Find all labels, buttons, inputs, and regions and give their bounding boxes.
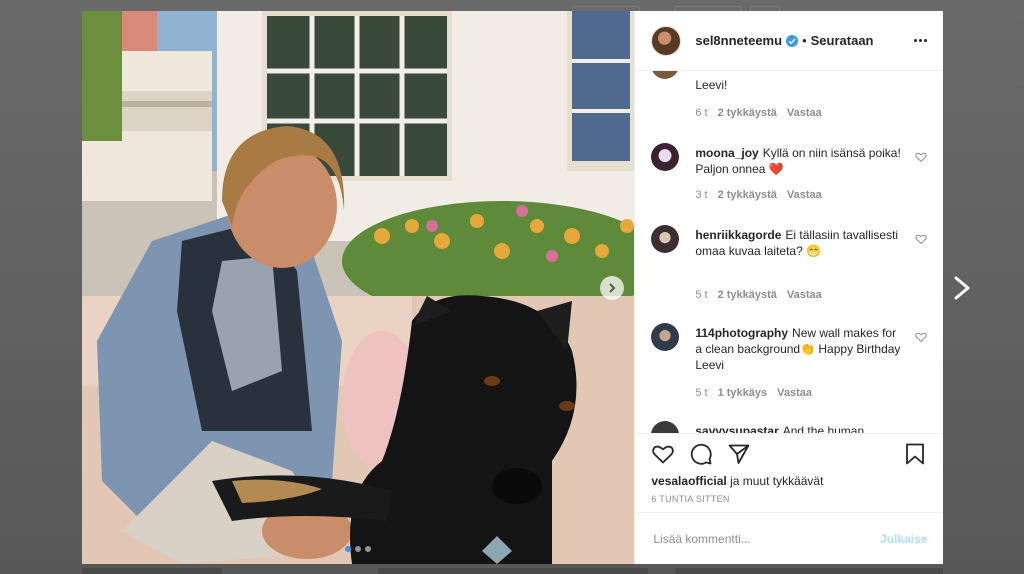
comment-like-count[interactable]: 2 tykkäystä: [718, 107, 777, 119]
comment-time: 6 t: [695, 107, 708, 119]
comment-text: moona_joy Kyllä on niin isänsä poika! Pal…: [695, 146, 901, 176]
following-button[interactable]: Seurataan: [811, 33, 874, 48]
carousel-dots: [345, 546, 372, 552]
comment-avatar[interactable]: [651, 143, 680, 171]
post-actions: vesalaofficial ja muut tykkäävät 6 tunti…: [635, 433, 944, 504]
post-timestamp: 6 tuntia sitten: [651, 494, 730, 504]
owner-username[interactable]: sel8nneteemu: [695, 33, 782, 48]
comment-like-count[interactable]: 2 tykkäystä: [718, 289, 777, 301]
comment-meta: 3 t 2 tykkäystä Vastaa: [695, 189, 821, 201]
comment-item: savvysupastar And the human: [651, 421, 927, 433]
heart-icon[interactable]: [915, 233, 927, 245]
comment-text: Leevi!: [695, 78, 728, 92]
comment-username[interactable]: 114photography: [695, 326, 788, 340]
comment-avatar[interactable]: [651, 225, 680, 253]
post-comment-button[interactable]: Julkaise: [880, 532, 927, 546]
comment-username[interactable]: savvysupastar: [695, 424, 778, 433]
comment-meta: 5 t 1 tykkäys Vastaa: [695, 387, 812, 399]
heart-icon[interactable]: [915, 331, 927, 343]
comment-like-count[interactable]: 1 tykkäys: [718, 387, 768, 399]
comment-avatar[interactable]: [651, 421, 680, 433]
heart-icon[interactable]: [915, 151, 927, 163]
comment-text: henriikkagorde Ei tällasiin tavallisesti …: [695, 228, 899, 258]
verified-badge-icon: [786, 34, 799, 47]
comment-text: 114photography New wall makes for a clean…: [695, 326, 901, 372]
comment-time: 5 t: [695, 387, 708, 399]
comment-item: moona_joy Kyllä on niin isänsä poika! Pal…: [651, 143, 927, 213]
comment-reply-button[interactable]: Vastaa: [777, 387, 812, 399]
carousel-dot[interactable]: [365, 546, 372, 552]
comment-meta: 5 t 2 tykkäystä Vastaa: [695, 289, 821, 301]
comment-input[interactable]: [651, 530, 880, 547]
comment-avatar[interactable]: [651, 71, 680, 79]
add-comment-bar: Julkaise: [635, 512, 944, 564]
post-header: sel8nneteemu • Seurataan: [635, 11, 943, 71]
backdrop-grid-strip: [676, 568, 943, 574]
comment-bubble-icon[interactable]: [689, 442, 713, 466]
owner-avatar[interactable]: [651, 25, 682, 56]
comment-username[interactable]: henriikkagorde: [695, 228, 781, 242]
post-photo-image: [82, 11, 635, 564]
bookmark-icon[interactable]: [903, 442, 927, 466]
comment-item: henriikkagorde Ei tällasiin tavallisesti …: [651, 225, 927, 309]
backdrop-grid-strip: [378, 568, 648, 574]
header-separator: •: [802, 33, 807, 48]
comment-item: Leevi! 6 t 2 tykkäystä Vastaa: [651, 71, 927, 127]
post-modal: sel8nneteemu • Seurataan Leevi! 6 t 2 ty…: [82, 11, 944, 564]
comment-item: 114photography New wall makes for a clean…: [651, 323, 927, 407]
post-side-panel: sel8nneteemu • Seurataan Leevi! 6 t 2 ty…: [634, 11, 944, 564]
comment-time: 3 t: [695, 189, 708, 201]
comment-meta: 6 t 2 tykkäystä Vastaa: [695, 107, 821, 119]
action-bar: [635, 434, 943, 474]
more-options-icon[interactable]: [914, 39, 927, 42]
carousel-dot[interactable]: [345, 546, 352, 552]
comment-like-count[interactable]: 2 tykkäystä: [718, 189, 777, 201]
comment-reply-button[interactable]: Vastaa: [787, 107, 822, 119]
comment-avatar[interactable]: [651, 323, 680, 351]
next-post-arrow-icon[interactable]: [950, 274, 974, 302]
comment-time: 5 t: [695, 289, 708, 301]
backdrop-grid-strip: [82, 568, 222, 574]
likes-summary[interactable]: vesalaofficial ja muut tykkäävät: [635, 474, 943, 488]
post-photo[interactable]: [82, 11, 635, 564]
carousel-dot[interactable]: [355, 546, 362, 552]
comments-list[interactable]: Leevi! 6 t 2 tykkäystä Vastaa moona_joy K…: [635, 71, 943, 433]
share-paper-plane-icon[interactable]: [727, 442, 751, 466]
comment-username[interactable]: moona_joy: [695, 146, 758, 160]
liked-by-user[interactable]: vesalaofficial: [651, 474, 726, 488]
like-heart-icon[interactable]: [651, 442, 675, 466]
comment-reply-button[interactable]: Vastaa: [787, 189, 822, 201]
comment-text: savvysupastar And the human: [695, 423, 905, 433]
chevron-right-icon: [609, 283, 616, 293]
comment-reply-button[interactable]: Vastaa: [787, 289, 822, 301]
liked-by-rest[interactable]: ja muut tykkäävät: [727, 474, 823, 488]
